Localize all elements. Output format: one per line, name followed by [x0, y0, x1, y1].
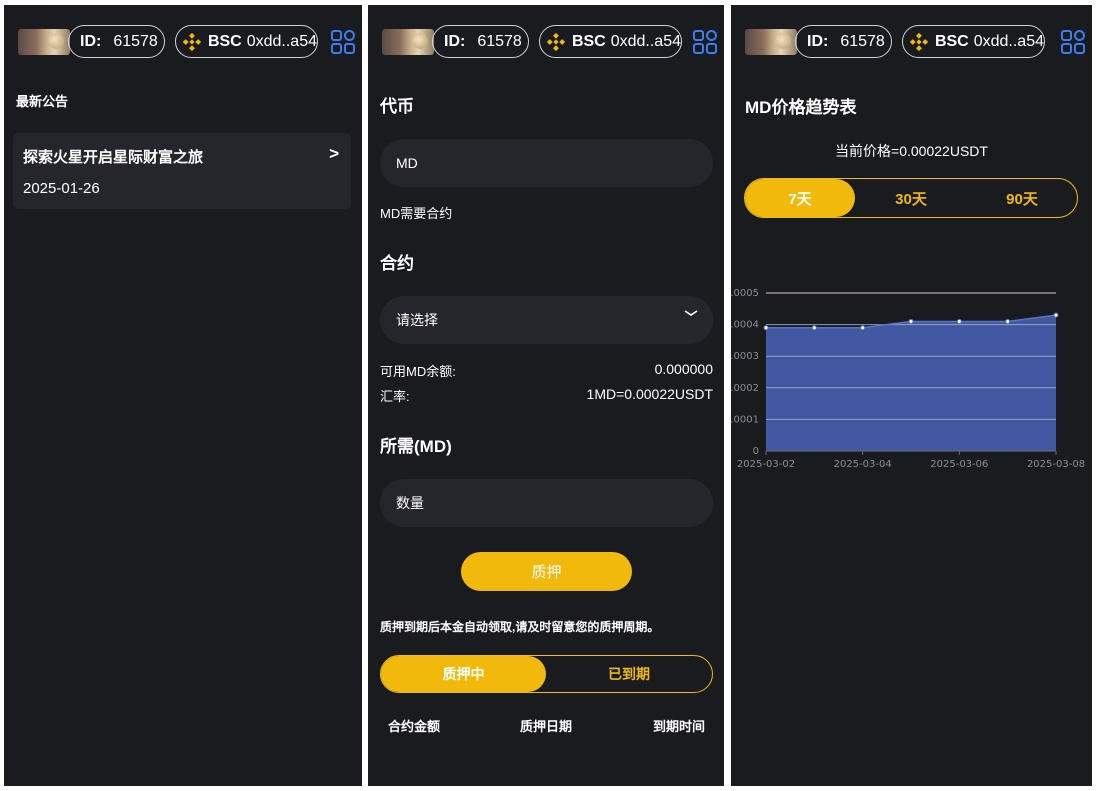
data-point: [908, 318, 914, 324]
wallet-address: 0xdd..a54: [973, 32, 1044, 50]
id-value: 61578: [840, 32, 885, 50]
wallet-pill[interactable]: BSC 0xdd..a54: [175, 25, 318, 58]
top-bar: ID: 61578 BSC 0xdd..a54: [731, 24, 1092, 60]
contract-select[interactable]: 请选择: [380, 296, 713, 344]
tab-expired[interactable]: 已到期: [546, 656, 712, 692]
y-tick-label: 0.0002: [731, 383, 759, 394]
column-amount: 合约金额: [388, 719, 441, 734]
chain-label: BSC: [207, 32, 242, 50]
required-label: 所需(MD): [380, 437, 452, 456]
balance-label: 可用MD余额:: [380, 364, 456, 379]
y-tick-label: 0.0005: [731, 288, 759, 299]
token-label: 代币: [380, 97, 414, 116]
x-tick-label: 2025-03-08: [1027, 459, 1085, 470]
tab-pledging[interactable]: 质押中: [381, 656, 546, 692]
amount-placeholder: 数量: [396, 495, 424, 511]
amount-input[interactable]: 数量: [380, 479, 713, 527]
user-id-pill: ID: 61578: [68, 25, 165, 58]
column-pledge-date: 质押日期: [520, 719, 573, 734]
top-bar: ID: 61578 BSC 0xdd..a54: [368, 24, 724, 60]
bnb-icon: [909, 32, 929, 51]
announcement-item[interactable]: 探索火星开启星际财富之旅 > 2025-01-26: [13, 133, 351, 209]
bnb-icon: [546, 32, 566, 51]
data-point: [956, 318, 962, 324]
current-price: 当前价格=0.00022USDT: [835, 143, 988, 159]
id-value: 61578: [477, 32, 522, 50]
wallet-address: 0xdd..a54: [610, 32, 681, 50]
wallet-pill[interactable]: BSC 0xdd..a54: [902, 25, 1045, 58]
user-id-pill: ID: 61578: [432, 25, 529, 58]
id-label: ID:: [807, 32, 829, 50]
x-tick-label: 2025-03-04: [834, 459, 892, 470]
data-point: [811, 325, 817, 331]
grid-menu-icon[interactable]: [1060, 29, 1086, 55]
contract-label: 合约: [380, 254, 414, 273]
data-point: [1053, 312, 1059, 318]
grid-menu-icon[interactable]: [330, 29, 356, 55]
rate-row: 汇率: 1MD=0.00022USDT: [380, 386, 713, 405]
range-7d[interactable]: 7天: [745, 179, 855, 217]
rate-value: 1MD=0.00022USDT: [586, 386, 713, 402]
chevron-right-icon: >: [329, 144, 339, 163]
range-30d[interactable]: 30天: [856, 179, 966, 217]
price-area: [766, 315, 1056, 451]
price-trend-panel: ID: 61578 BSC 0xdd..a54 MD价格趋势表 当前价格=0.0…: [731, 5, 1092, 786]
announcement-panel: ID: 61578 BSC 0xdd..a54 最新公告 探索火星开启星际财富之…: [4, 5, 362, 786]
avatar[interactable]: [382, 29, 434, 55]
balance-row: 可用MD余额: 0.000000: [380, 361, 713, 380]
user-id-pill: ID: 61578: [795, 25, 892, 58]
contract-placeholder: 请选择: [396, 312, 438, 328]
id-label: ID:: [444, 32, 466, 50]
id-value: 61578: [113, 32, 158, 50]
data-point: [1005, 318, 1011, 324]
wallet-address: 0xdd..a54: [246, 32, 317, 50]
y-tick-label: 0.0004: [731, 320, 759, 331]
pledge-button[interactable]: 质押: [461, 552, 632, 591]
chain-label: BSC: [571, 32, 606, 50]
grid-menu-icon[interactable]: [692, 29, 718, 55]
rate-label: 汇率:: [380, 389, 410, 404]
y-tick-label: 0.0001: [731, 414, 759, 425]
token-select[interactable]: MD: [380, 139, 713, 187]
avatar[interactable]: [745, 29, 797, 55]
top-bar: ID: 61578 BSC 0xdd..a54: [4, 24, 362, 60]
balance-value: 0.000000: [654, 361, 713, 377]
status-toggle: 质押中 已到期: [380, 655, 713, 693]
column-expiry: 到期时间: [653, 719, 706, 734]
range-90d[interactable]: 90天: [967, 179, 1077, 217]
data-point: [860, 325, 866, 331]
token-value: MD: [396, 155, 418, 171]
range-toggle: 7天 30天 90天: [744, 178, 1078, 218]
pledge-panel: ID: 61578 BSC 0xdd..a54 代币 MD MD需要合约 合约 …: [368, 5, 724, 786]
announcement-heading: 最新公告: [16, 94, 69, 109]
wallet-pill[interactable]: BSC 0xdd..a54: [539, 25, 682, 58]
trend-title: MD价格趋势表: [745, 98, 857, 117]
price-chart: 0 0.0001 0.0002 0.0003 0.0004 0.0005 2025-03-0…: [731, 288, 1085, 470]
chevron-down-icon: [684, 310, 698, 316]
pledge-note: 质押到期后本金自动领取,请及时留意您的质押周期。: [380, 620, 660, 634]
chain-label: BSC: [934, 32, 969, 50]
data-point: [763, 325, 769, 331]
id-label: ID:: [80, 32, 102, 50]
token-hint: MD需要合约: [380, 206, 453, 221]
y-tick-label: 0: [753, 446, 759, 457]
announcement-date: 2025-01-26: [23, 180, 100, 197]
x-tick-label: 2025-03-06: [930, 459, 988, 470]
announcement-title: 探索火星开启星际财富之旅: [23, 149, 204, 166]
x-tick-label: 2025-03-02: [737, 459, 795, 470]
y-tick-label: 0.0003: [731, 351, 759, 362]
bnb-icon: [182, 32, 202, 51]
avatar[interactable]: [18, 29, 70, 55]
